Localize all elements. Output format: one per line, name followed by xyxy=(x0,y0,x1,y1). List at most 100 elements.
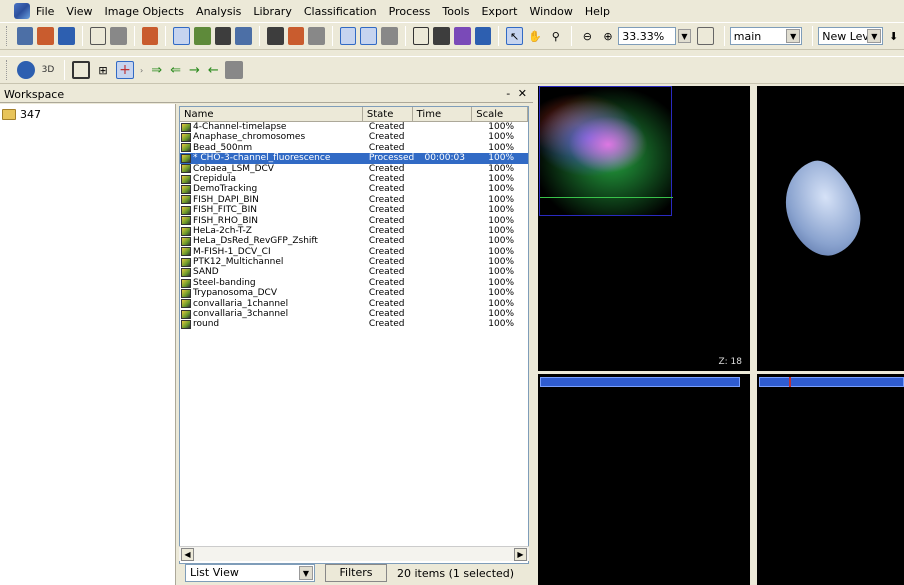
level-combo[interactable]: New Level ▼ xyxy=(818,27,884,45)
object-mean-icon[interactable] xyxy=(308,27,325,45)
column-header-name[interactable]: Name xyxy=(180,107,363,121)
color-layer-icon[interactable] xyxy=(454,27,471,45)
open-project-icon[interactable] xyxy=(16,27,34,45)
list-row[interactable]: M-FISH-1_DCV_CI Created 100% xyxy=(180,247,528,257)
back-arrow-icon[interactable]: ← xyxy=(208,63,219,78)
save-icon[interactable] xyxy=(58,27,75,45)
list-row[interactable]: HeLa-2ch-T-Z Created 100% xyxy=(180,226,528,236)
grid-icon[interactable]: ⊞ xyxy=(94,61,112,79)
row-scale: 100% xyxy=(488,288,514,299)
color-picker-icon[interactable] xyxy=(474,27,492,45)
menu-export[interactable]: Export xyxy=(481,5,517,18)
viewer-bottom-right[interactable] xyxy=(757,374,904,585)
menu-analysis[interactable]: Analysis xyxy=(196,5,241,18)
menu-image-objects[interactable]: Image Objects xyxy=(105,5,185,18)
list-row[interactable]: SAND Created 100% xyxy=(180,267,528,277)
filters-button[interactable]: Filters xyxy=(325,564,387,582)
list-row[interactable]: Trypanosoma_DCV Created 100% xyxy=(180,288,528,298)
scroll-left-icon[interactable]: ◀ xyxy=(181,548,194,561)
list-row[interactable]: convallaria_1channel Created 100% xyxy=(180,299,528,309)
menu-tools[interactable]: Tools xyxy=(442,5,469,18)
new-window-icon[interactable] xyxy=(89,27,107,45)
list-row[interactable]: Crepidula Created 100% xyxy=(180,174,528,184)
layout-single-icon[interactable] xyxy=(412,27,430,45)
menu-process[interactable]: Process xyxy=(389,5,431,18)
column-header-time[interactable]: Time xyxy=(413,107,473,121)
menu-file[interactable]: File xyxy=(36,5,54,18)
column-header-state[interactable]: State xyxy=(363,107,413,121)
menu-window[interactable]: Window xyxy=(530,5,573,18)
workspace-icon[interactable] xyxy=(110,27,127,45)
list-row[interactable]: Cobaea_LSM_DCV Created 100% xyxy=(180,164,528,174)
level-down-icon[interactable]: ⬇ xyxy=(885,27,902,45)
expand-chevron-icon[interactable]: › xyxy=(140,66,143,75)
row-name: 4-Channel-timelapse xyxy=(193,122,287,132)
list-row[interactable]: Bead_500nm Created 100% xyxy=(180,143,528,153)
list-row[interactable]: round Created 100% xyxy=(180,319,528,329)
column-header-scale[interactable]: Scale xyxy=(472,107,528,121)
toolbar-separator xyxy=(64,60,65,80)
map-combo[interactable]: main ▼ xyxy=(729,27,803,45)
toolbar-grip[interactable] xyxy=(6,26,9,46)
open-image-icon[interactable] xyxy=(37,27,54,45)
viewer-bottom-left[interactable] xyxy=(538,374,750,585)
slice-icon[interactable] xyxy=(72,61,90,79)
list-row[interactable]: * CHO-3-channel_fluorescence Processed 00:… xyxy=(180,153,528,164)
zoom-fit-icon[interactable] xyxy=(697,27,714,45)
view-mode-dropdown-icon[interactable]: ▼ xyxy=(299,566,313,580)
list-row[interactable]: Anaphase_chromosomes Created 100% xyxy=(180,132,528,142)
split-view-4-icon[interactable] xyxy=(360,27,378,45)
image-layer-icon[interactable] xyxy=(266,27,284,45)
map-dropdown-icon[interactable]: ▼ xyxy=(786,29,801,43)
tree-root-item[interactable]: 347 xyxy=(0,104,175,121)
prev-arrow-icon[interactable]: ⇐ xyxy=(170,63,181,78)
forward-arrow-icon[interactable]: → xyxy=(189,63,200,78)
cursor-icon[interactable]: ↖ xyxy=(506,27,523,45)
list-row[interactable]: HeLa_DsRed_RevGFP_Zshift Created 100% xyxy=(180,236,528,246)
pixel-view-icon[interactable] xyxy=(287,27,305,45)
zoom-combo[interactable]: 33.33% xyxy=(618,27,676,45)
viewer-top-left[interactable]: Z: 18 xyxy=(538,86,750,371)
view-layer-icon[interactable] xyxy=(173,27,191,45)
list-row[interactable]: DemoTracking Created 100% xyxy=(180,184,528,194)
crosshair-icon[interactable]: + xyxy=(116,61,134,79)
scroll-right-icon[interactable]: ▶ xyxy=(514,548,527,561)
view-samples-icon[interactable] xyxy=(214,27,232,45)
split-view-icon[interactable] xyxy=(339,27,357,45)
list-row[interactable]: FISH_RHO_BIN Created 100% xyxy=(180,216,528,226)
folder-open-icon xyxy=(2,109,16,120)
close-icon[interactable]: ✕ xyxy=(518,87,527,100)
layout-dark-icon[interactable] xyxy=(433,27,451,45)
view-polygons-icon[interactable] xyxy=(235,27,252,45)
zoom-dropdown-icon[interactable]: ▼ xyxy=(677,29,692,43)
zoom-in-icon[interactable]: ⊕ xyxy=(600,27,617,45)
zoom-out-icon[interactable]: ⊖ xyxy=(579,27,596,45)
row-name: convallaria_3channel xyxy=(193,309,289,320)
view-classification-icon[interactable] xyxy=(194,27,211,45)
view-mode-combo[interactable]: List View ▼ xyxy=(185,564,315,582)
list-hscrollbar[interactable]: ◀ ▶ xyxy=(179,546,529,561)
zoom-area-icon[interactable]: ⚲ xyxy=(548,27,565,45)
list-row[interactable]: FISH_FITC_BIN Created 100% xyxy=(180,205,528,215)
3d-view-icon[interactable]: 3D xyxy=(39,61,57,79)
process-icon[interactable] xyxy=(141,27,159,45)
list-row[interactable]: Steel-banding Created 100% xyxy=(180,278,528,288)
list-row[interactable]: 4-Channel-timelapse Created 100% xyxy=(180,122,528,132)
toolbar-grip[interactable] xyxy=(6,60,9,80)
menu-classification[interactable]: Classification xyxy=(304,5,377,18)
list-row[interactable]: convallaria_3channel Created 100% xyxy=(180,309,528,319)
sync-icon[interactable] xyxy=(224,61,243,79)
list-row[interactable]: PTK12_Multichannel Created 100% xyxy=(180,257,528,267)
list-row[interactable]: FISH_DAPI_BIN Created 100% xyxy=(180,195,528,205)
menu-help[interactable]: Help xyxy=(585,5,610,18)
next-arrow-icon[interactable]: ⇒ xyxy=(151,63,162,78)
slice-view-icon[interactable] xyxy=(381,27,398,45)
tree-root-label: 347 xyxy=(20,108,41,121)
menu-view[interactable]: View xyxy=(66,5,92,18)
viewer-top-right[interactable] xyxy=(757,86,904,371)
hand-pan-icon[interactable]: ✋ xyxy=(527,27,544,45)
pin-icon[interactable]: - xyxy=(506,87,510,100)
level-dropdown-icon[interactable]: ▼ xyxy=(867,29,882,43)
globe-icon[interactable] xyxy=(17,61,35,79)
menu-library[interactable]: Library xyxy=(253,5,291,18)
